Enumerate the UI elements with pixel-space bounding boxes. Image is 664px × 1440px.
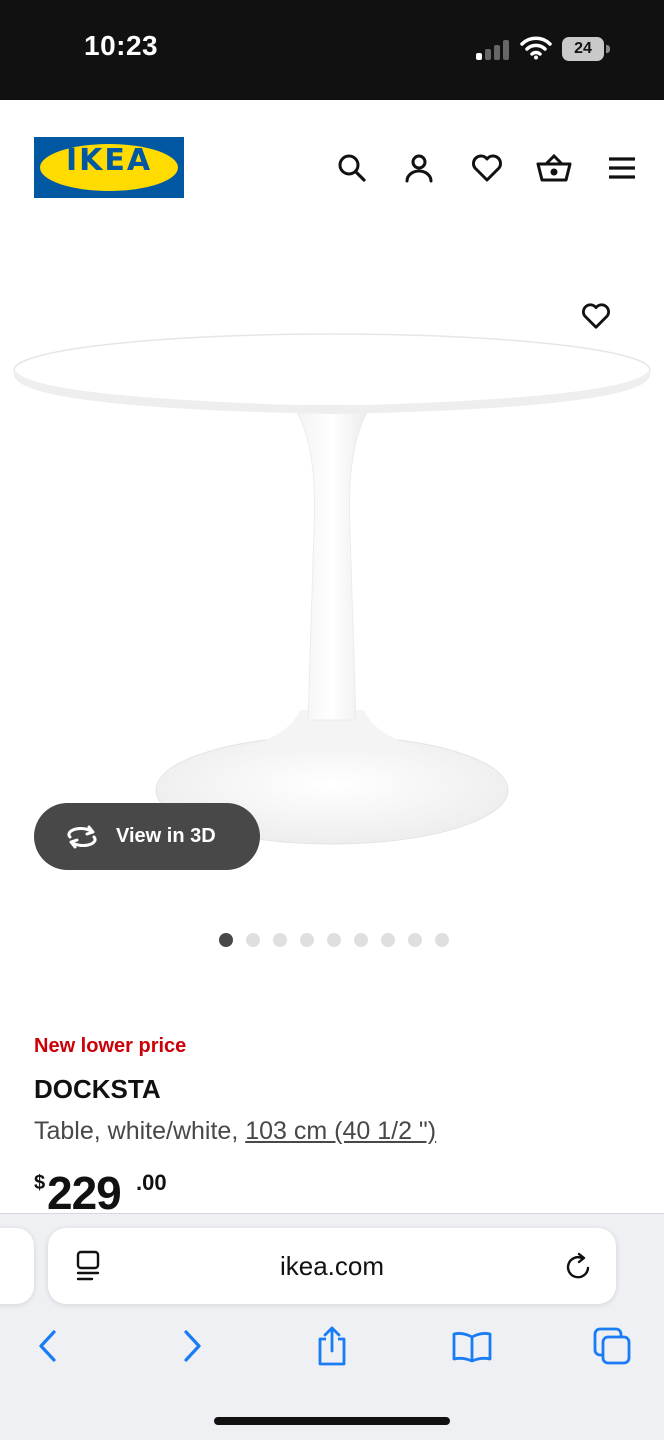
bookmarks-button[interactable] <box>448 1322 496 1370</box>
previous-tab-preview[interactable] <box>0 1228 34 1304</box>
product-description: Table, white/white, 103 cm (40 1/2 ") <box>34 1117 634 1146</box>
share-icon <box>318 1326 346 1366</box>
back-button[interactable] <box>24 1322 72 1370</box>
basket-icon[interactable] <box>534 148 574 188</box>
carousel-dot[interactable] <box>435 933 449 947</box>
carousel-pagination[interactable] <box>0 933 664 949</box>
wifi-icon <box>520 36 552 60</box>
product-size-link[interactable]: 103 cm (40 1/2 ") <box>245 1117 436 1145</box>
carousel-dot[interactable] <box>219 933 233 947</box>
search-icon[interactable] <box>332 148 372 188</box>
product-info: New lower price DOCKSTA Table, white/whi… <box>34 1035 634 1146</box>
menu-icon[interactable] <box>602 148 642 188</box>
carousel-dot[interactable] <box>408 933 422 947</box>
favorites-icon[interactable] <box>467 148 507 188</box>
view-in-3d-label: View in 3D <box>116 825 216 847</box>
cellular-signal-icon <box>476 38 510 60</box>
logo-text: IKEA <box>65 143 153 178</box>
heart-icon <box>582 303 610 329</box>
share-button[interactable] <box>308 1322 356 1370</box>
status-time: 10:23 <box>84 30 159 61</box>
address-bar[interactable]: ikea.com <box>48 1228 616 1304</box>
product-image[interactable] <box>0 230 664 870</box>
price-currency: $ <box>34 1172 46 1194</box>
battery-icon: 24 <box>562 37 610 61</box>
product-name: DOCKSTA <box>34 1074 161 1104</box>
ikea-logo[interactable]: IKEA ® <box>34 137 184 198</box>
price-integer: 229 <box>47 1167 122 1219</box>
view-in-3d-button[interactable]: View in 3D <box>34 803 260 870</box>
tabs-button[interactable] <box>588 1322 636 1370</box>
carousel-dot[interactable] <box>300 933 314 947</box>
carousel-dot[interactable] <box>354 933 368 947</box>
home-indicator[interactable] <box>214 1417 450 1425</box>
url-text: ikea.com <box>279 1251 385 1281</box>
carousel-dot[interactable] <box>273 933 287 947</box>
tabs-icon <box>593 1327 631 1365</box>
price-tag-label: New lower price <box>34 1035 187 1057</box>
bookmarks-icon <box>452 1332 492 1363</box>
add-to-favorites-button[interactable] <box>570 290 622 342</box>
carousel-dot[interactable] <box>246 933 260 947</box>
price-decimal: .00 <box>136 1170 167 1195</box>
reload-icon[interactable] <box>564 1250 594 1282</box>
site-header: IKEA ® <box>0 100 664 230</box>
forward-button[interactable] <box>168 1322 216 1370</box>
header-actions <box>310 148 635 188</box>
carousel-dot[interactable] <box>381 933 395 947</box>
forward-icon <box>184 1330 201 1362</box>
carousel-dot[interactable] <box>327 933 341 947</box>
account-icon[interactable] <box>399 148 439 188</box>
rotate-3d-icon <box>67 825 97 848</box>
product-type: Table, white/white, <box>34 1117 246 1145</box>
status-bar: 10:23 24 <box>0 0 664 100</box>
product-gallery[interactable]: View in 3D <box>0 230 664 990</box>
back-icon <box>39 1330 56 1362</box>
battery-level: 24 <box>562 37 604 61</box>
